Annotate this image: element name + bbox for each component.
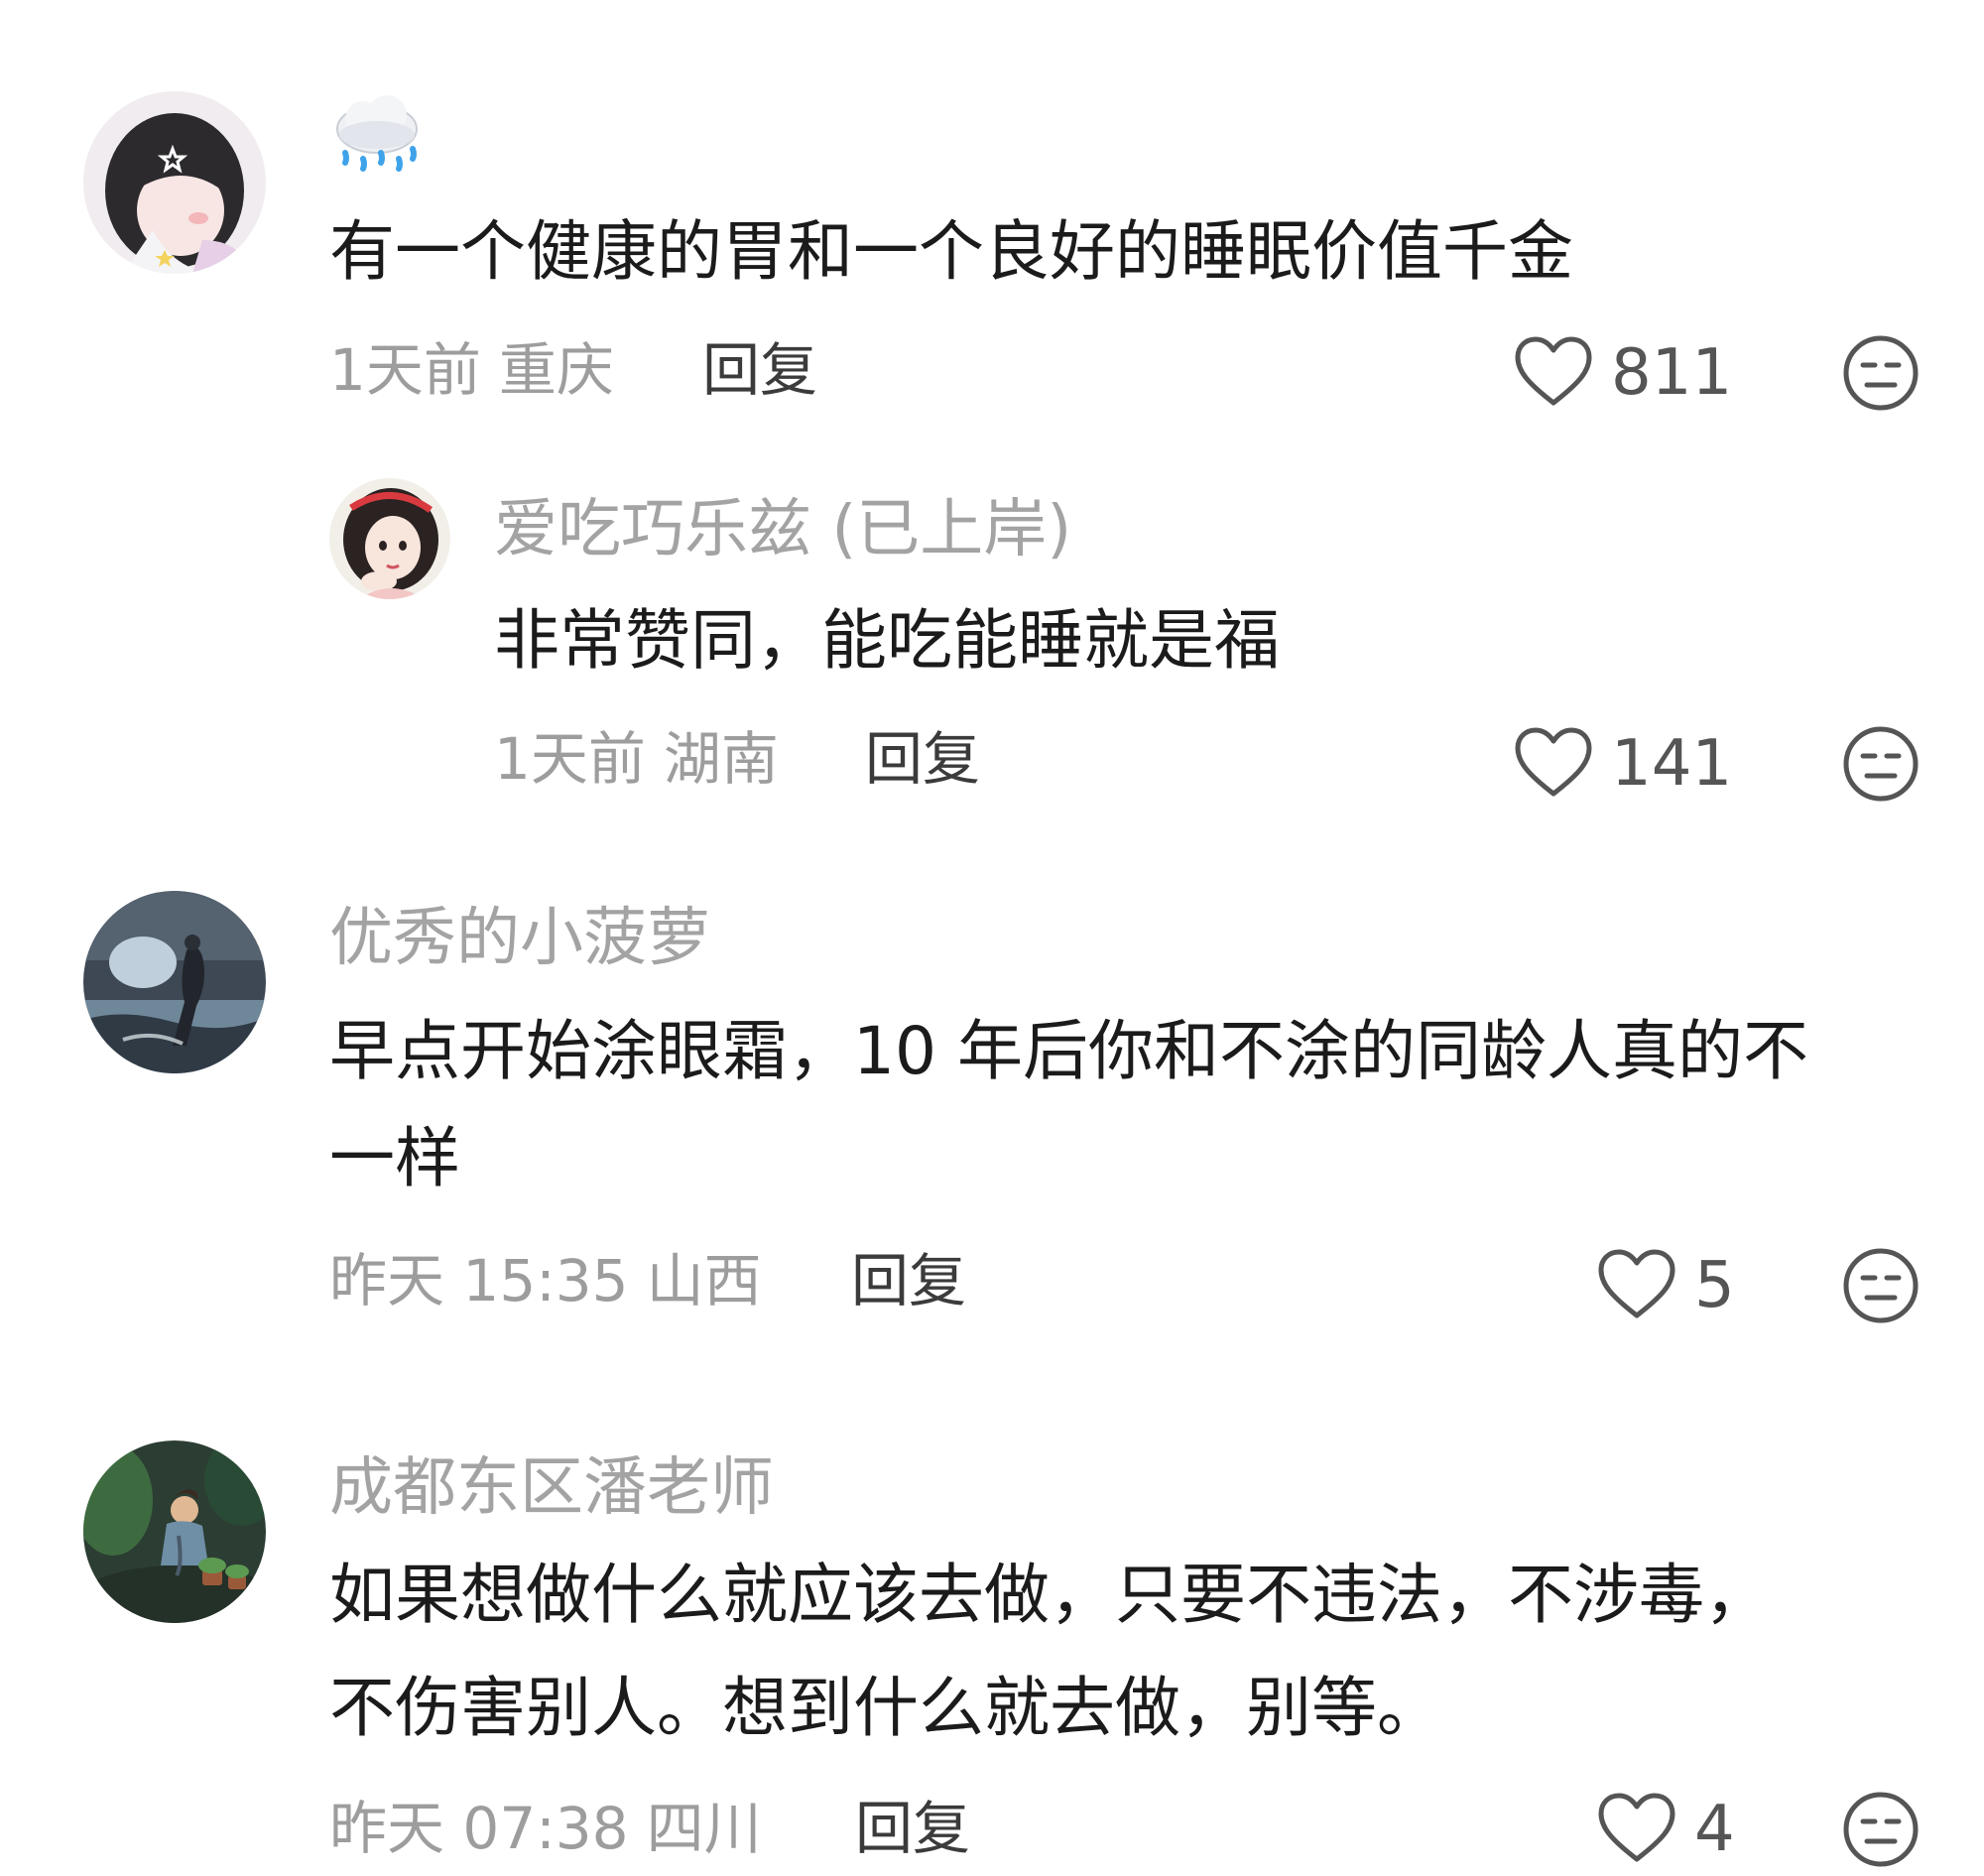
rain-cloud-emoji (329, 95, 425, 188)
dislike-button[interactable] (1841, 1790, 1921, 1873)
like-count: 5 (1694, 1249, 1735, 1322)
avatar[interactable] (83, 891, 266, 1073)
timestamp: 昨天 15:35 (329, 1247, 629, 1314)
comment-meta: 昨天 15:35 山西 (329, 1246, 762, 1315)
neutral-face-icon (1841, 1792, 1921, 1873)
username[interactable]: 优秀的小菠萝 (329, 899, 710, 978)
location: 重庆 (498, 336, 614, 404)
comment-meta: 昨天 07:38 四川 (329, 1794, 762, 1863)
comment-text-line: 不伤害别人。想到什么就去做，别等。 (329, 1670, 1442, 1746)
neutral-face-icon (1841, 335, 1921, 417)
location: 湖南 (663, 725, 779, 793)
like-button[interactable]: 811 (1514, 333, 1732, 413)
dislike-button[interactable] (1841, 333, 1921, 417)
location: 山西 (646, 1247, 762, 1314)
timestamp: 昨天 07:38 (329, 1795, 629, 1862)
heart-icon (1514, 335, 1593, 411)
like-count: 4 (1694, 1793, 1735, 1866)
dislike-button[interactable] (1841, 1246, 1921, 1329)
comment-meta: 1天前 湖南 (494, 724, 779, 794)
avatar[interactable] (329, 478, 450, 599)
comment-meta: 1天前 重庆 (329, 335, 614, 405)
like-button[interactable]: 5 (1597, 1246, 1735, 1325)
location: 四川 (646, 1795, 762, 1862)
heart-icon (1597, 1792, 1676, 1867)
neutral-face-icon (1841, 726, 1921, 808)
username[interactable]: 成都东区潘老师 (329, 1448, 774, 1528)
avatar[interactable] (83, 91, 266, 274)
comment-text: 有一个健康的胃和一个良好的睡眠价值千金 (329, 213, 1573, 290)
reply-button[interactable]: 回复 (865, 724, 980, 794)
timestamp: 1天前 (494, 725, 646, 793)
reply-button[interactable]: 回复 (702, 335, 817, 405)
heart-icon (1597, 1248, 1676, 1323)
comment-text-line: 一样 (329, 1120, 460, 1196)
username[interactable]: 爱吃巧乐兹 (已上岸) (494, 490, 1071, 569)
username[interactable] (329, 89, 429, 188)
heart-icon (1514, 726, 1593, 802)
dislike-button[interactable] (1841, 724, 1921, 808)
timestamp: 1天前 (329, 336, 481, 404)
reply-button[interactable]: 回复 (851, 1246, 966, 1315)
reply-button[interactable]: 回复 (855, 1794, 970, 1863)
comment-text-line: 如果想做什么就应该去做，只要不违法，不涉毒， (329, 1557, 1770, 1633)
like-button[interactable]: 141 (1514, 724, 1732, 804)
comment-text-line: 早点开始涂眼霜，10 年后你和不涂的同龄人真的不 (329, 1013, 1808, 1089)
neutral-face-icon (1841, 1248, 1921, 1329)
avatar[interactable] (83, 1440, 266, 1623)
like-count: 811 (1611, 336, 1733, 410)
comment-text: 非常赞同，能吃能睡就是福 (494, 602, 1280, 679)
like-button[interactable]: 4 (1597, 1790, 1735, 1869)
like-count: 141 (1611, 727, 1733, 801)
